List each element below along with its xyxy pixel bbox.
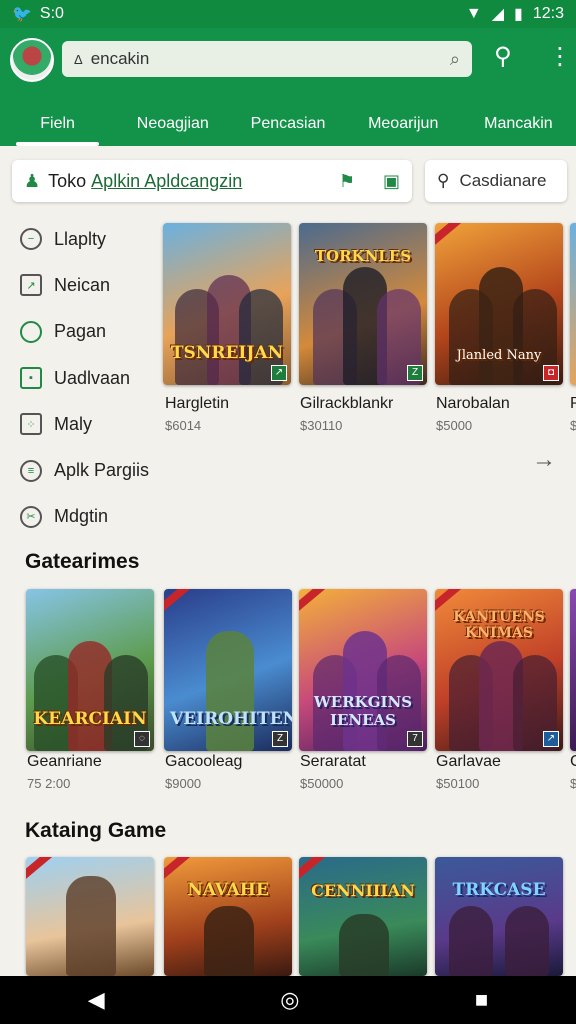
home-icon[interactable]: ◎ — [280, 987, 299, 1013]
status-left-text: S:0 — [39, 5, 64, 22]
category-item[interactable]: ▪ Uadlvaan — [20, 355, 160, 401]
game-meta: P $ — [570, 395, 576, 433]
game-tile[interactable]: TSNREIJAN ↗ — [163, 223, 291, 385]
category-item[interactable]: − Llaplty — [20, 216, 160, 262]
category-item[interactable]: ↗ Neican — [20, 262, 160, 308]
scissors-icon: ✂ — [20, 505, 42, 528]
game-logo: TRKCASE — [452, 880, 546, 900]
game-meta: Gacooleag $9000 — [165, 753, 243, 791]
store-link[interactable]: Aplkin Apldcangzin — [91, 171, 242, 192]
battery-icon: ▮ — [514, 6, 523, 23]
game-tile[interactable]: WERKGINS IENEAS 7 — [299, 589, 427, 751]
game-tile[interactable]: KEARCIAIN ◌ — [26, 589, 154, 751]
section-title: Gatearimes — [25, 550, 140, 573]
bird-icon: 🐦 — [12, 6, 32, 23]
more-vert-icon[interactable]: ⋮ — [548, 42, 572, 71]
game-meta: Gilrackblankr $30110 — [300, 395, 394, 433]
game-tile[interactable] — [570, 223, 576, 385]
game-tile[interactable]: NAVAHE — [164, 857, 292, 976]
game-tile[interactable]: CENNIIIAN — [299, 857, 427, 976]
search-value: encakin — [90, 49, 150, 68]
game-meta: Hargletin $6014 — [165, 395, 230, 433]
search-icon[interactable]: ⚲ — [494, 42, 512, 71]
arrow-right-icon[interactable]: → — [532, 446, 556, 474]
bookmark-icon[interactable]: ⚑ — [339, 171, 355, 192]
game-tile[interactable]: TORKNLES Z — [299, 223, 427, 385]
app-header: Δ encakin ⌕ ⚲ ⋮ Fieln Neoagjian Pencasia… — [0, 28, 576, 146]
category-item[interactable]: ≡ Aplk Pargiis — [20, 447, 160, 493]
game-logo: CENNIIIAN — [311, 881, 415, 900]
side-search-input[interactable]: ⚲ Casdianare — [425, 160, 567, 202]
game-meta: Seraratat $50000 — [300, 753, 366, 791]
game-logo: KEARCIAIN — [33, 709, 147, 729]
minus-circle-icon: − — [20, 228, 42, 251]
game-logo: TORKNLES — [314, 247, 412, 265]
category-item[interactable]: ⁘ Maly — [20, 401, 160, 447]
tab-3[interactable]: Meoarijun — [346, 102, 461, 146]
game-logo: KANTUENS KNIMAS — [453, 609, 545, 641]
system-nav-bar: ◀ ◎ ■ — [0, 976, 576, 1024]
game-logo: TSNREIJAN — [170, 343, 284, 363]
search-icon: ⚲ — [437, 171, 450, 190]
section-title: Kataing Game — [25, 819, 167, 842]
game-tile[interactable]: VEIROHITEN Z — [164, 589, 292, 751]
tab-bar: Fieln Neoagjian Pencasian Meoarijun Manc… — [0, 102, 576, 146]
wifi-icon: ▼ — [465, 5, 482, 22]
badge-icon: Z — [407, 365, 423, 381]
menu-circle-icon: ≡ — [20, 459, 42, 482]
game-tile[interactable]: TRKCASE — [435, 857, 563, 976]
badge-icon: ◌ — [134, 731, 150, 747]
game-tile[interactable]: KANTUENS KNIMAS ↗ — [435, 589, 563, 751]
tab-1[interactable]: Neoagjian — [115, 102, 230, 146]
game-logo: WERKGINS IENEAS — [313, 693, 413, 729]
side-search-placeholder: Casdianare — [459, 171, 547, 190]
game-tile[interactable]: Jlanled Nany ◘ — [435, 223, 563, 385]
tab-0[interactable]: Fieln — [0, 102, 115, 146]
game-meta: C $ — [570, 753, 576, 791]
category-item[interactable]: ✂ Mdgtin — [20, 494, 160, 540]
category-list: − Llaplty ↗ Neican Pagan ▪ Uadlvaan ⁘ Maly ≡… — [20, 216, 160, 540]
game-logo: VEIROHITEN — [170, 709, 292, 729]
badge-icon: ↗ — [271, 365, 287, 381]
game-meta: Garlavae $50100 — [436, 753, 501, 791]
tab-2[interactable]: Pencasian — [230, 102, 345, 146]
status-time: 12:3 — [532, 5, 564, 22]
calendar-icon: ▪ — [20, 367, 42, 390]
back-icon[interactable]: ◀ — [88, 987, 105, 1013]
status-bar: 🐦 S:0 ▼ ◢ ▮ 12:3 — [0, 0, 576, 28]
badge-icon: ◘ — [543, 365, 559, 381]
game-logo: NAVAHE — [187, 880, 269, 900]
search-input[interactable]: Δ encakin ⌕ — [62, 41, 472, 77]
badge-icon: ↗ — [543, 731, 559, 747]
tab-4[interactable]: Mancakin — [461, 102, 576, 146]
category-item[interactable]: Pagan — [20, 309, 160, 355]
wallet-icon[interactable]: ▣ — [383, 171, 400, 192]
grid-icon: ⁘ — [20, 413, 42, 436]
store-prefix: Toko — [48, 170, 87, 191]
search-prefix: Δ — [74, 51, 83, 67]
store-card[interactable]: ♟ Toko Aplkin Apldcangzin ⚑ ▣ — [12, 160, 412, 202]
circle-icon — [20, 320, 42, 343]
signal-icon: ◢ — [491, 6, 505, 23]
avatar[interactable] — [10, 38, 54, 82]
people-icon: ♟ — [24, 170, 41, 191]
game-logo: Jlanled Nany — [456, 348, 542, 363]
badge-icon: 7 — [407, 731, 423, 747]
chart-icon: ↗ — [20, 274, 42, 297]
badge-icon: Z — [272, 731, 288, 747]
game-tile[interactable] — [570, 589, 576, 751]
game-meta: Narobalan $5000 — [436, 395, 510, 433]
recents-icon[interactable]: ■ — [475, 987, 488, 1013]
game-tile[interactable] — [26, 857, 154, 976]
game-meta: Geanriane 75 2:00 — [27, 753, 102, 791]
search-icon[interactable]: ⌕ — [450, 49, 460, 70]
